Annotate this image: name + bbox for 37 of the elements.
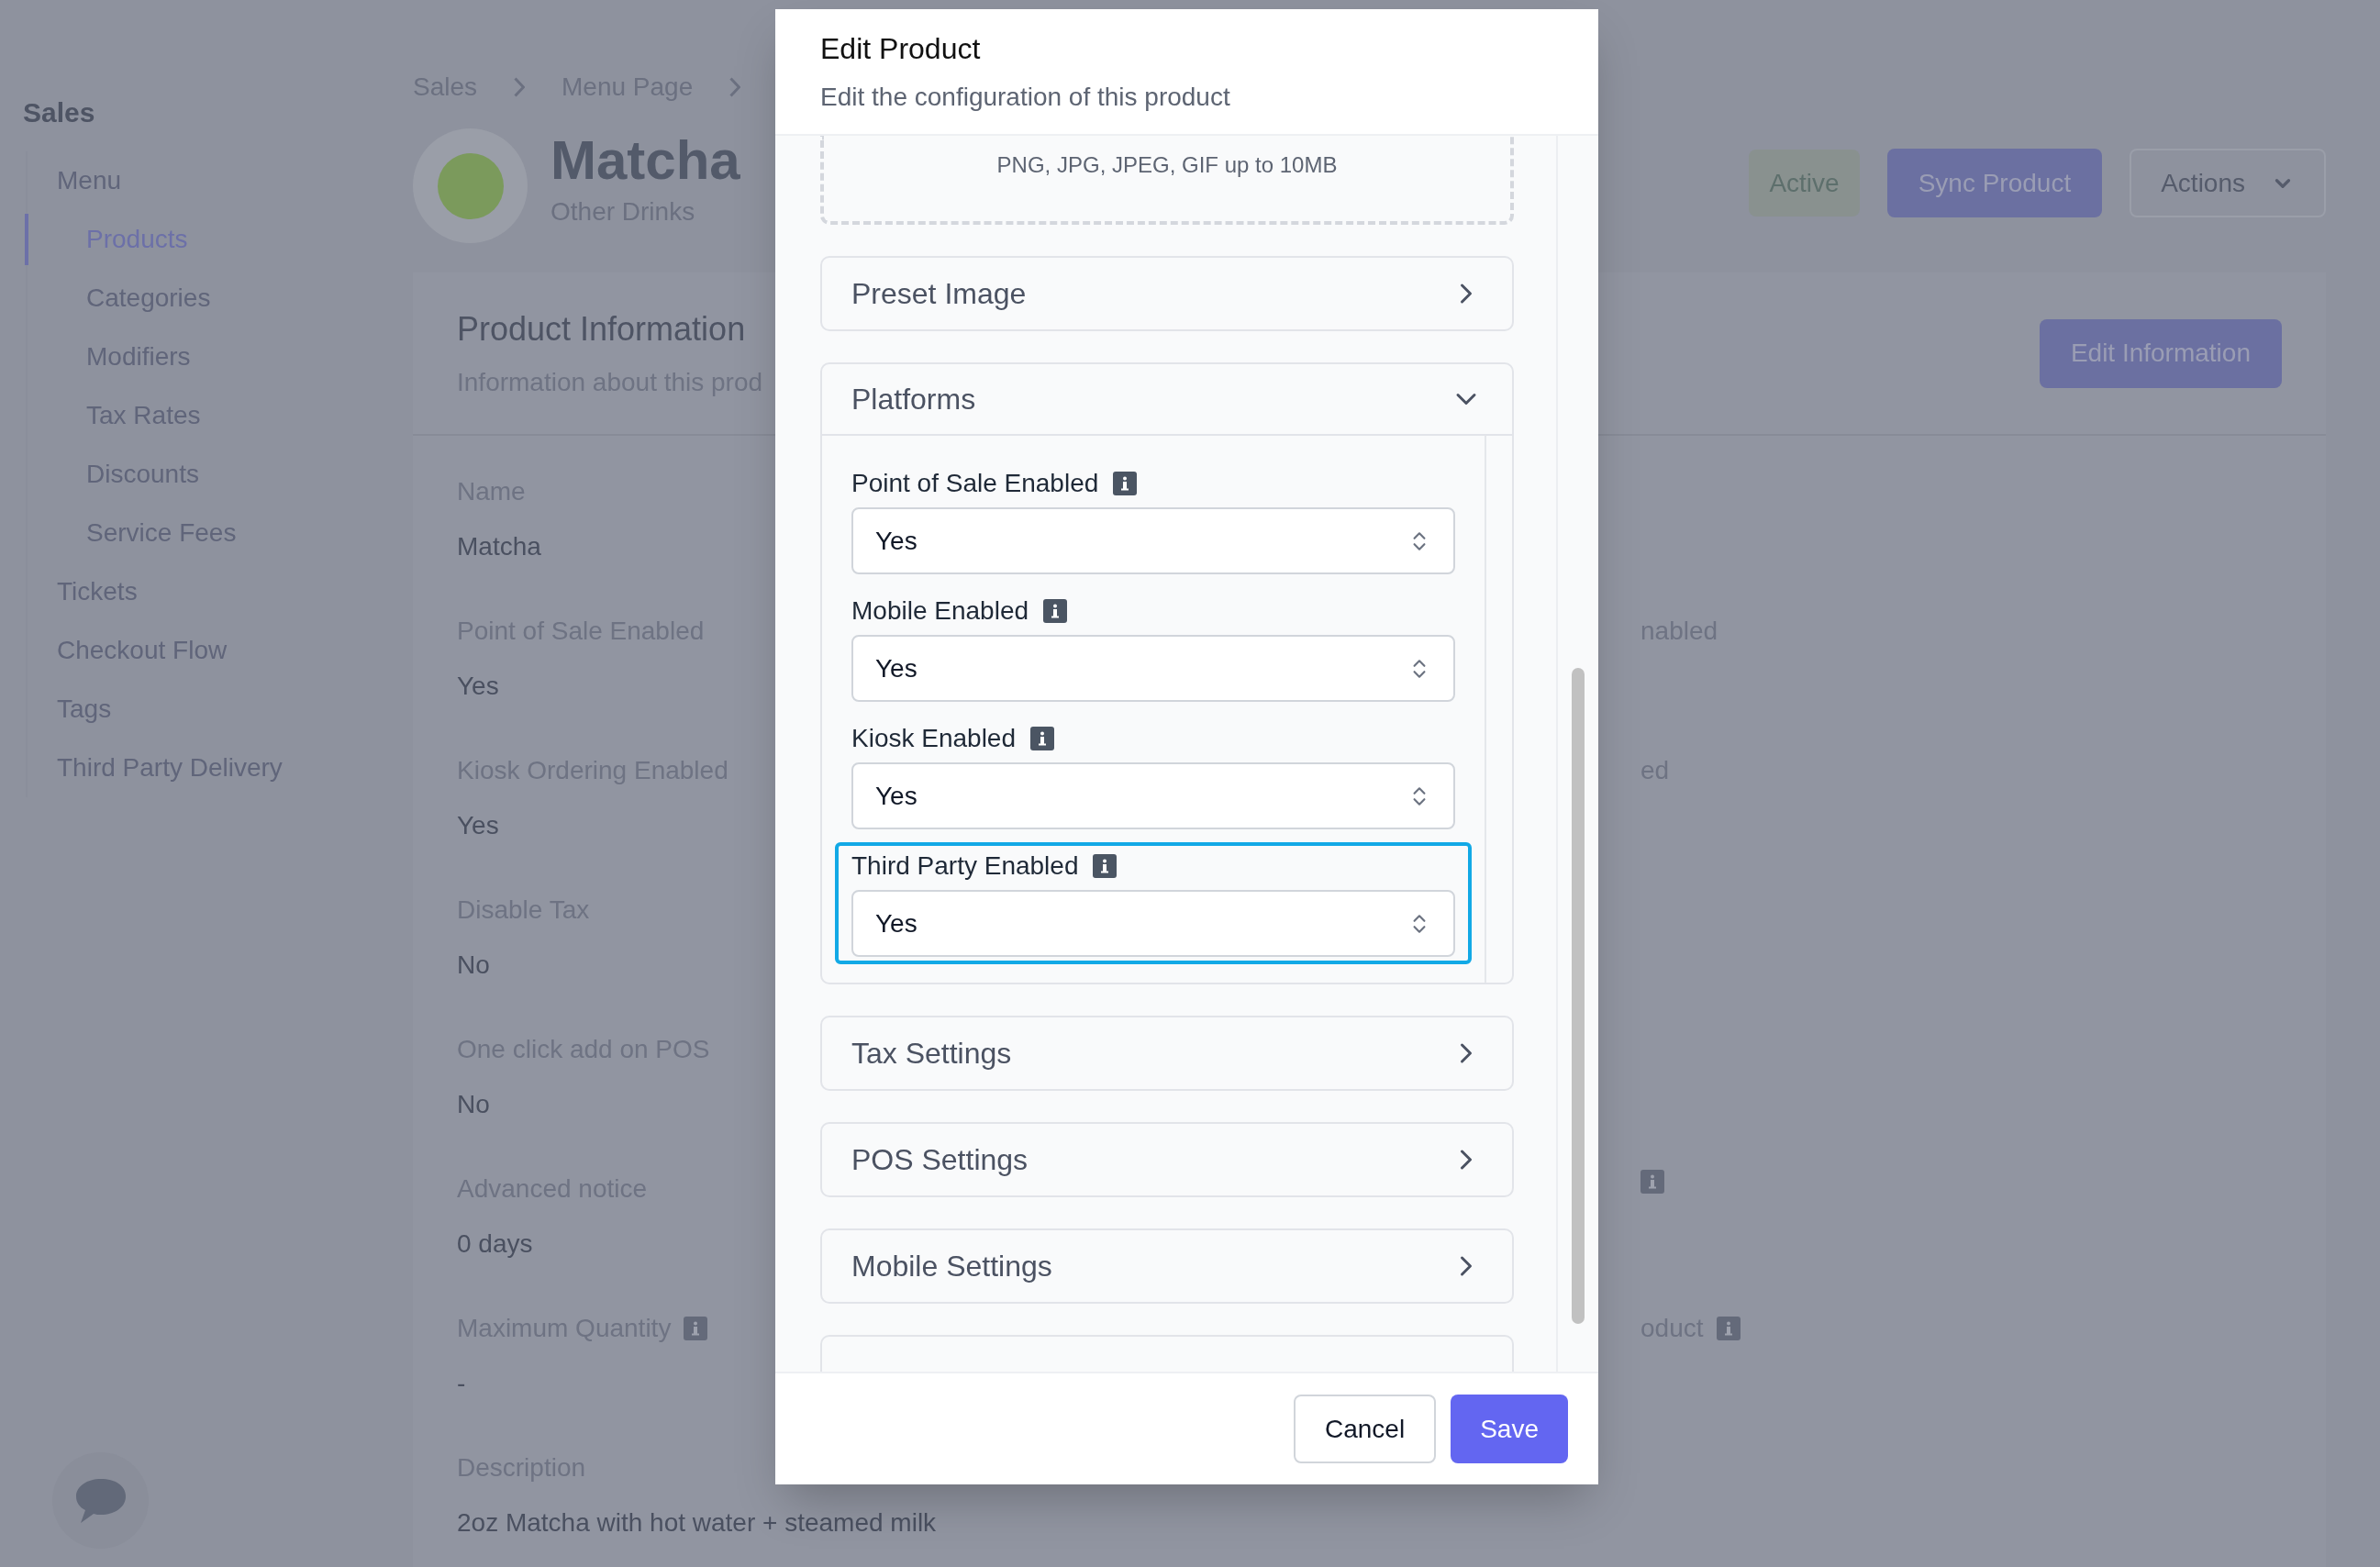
field-value: -	[457, 1368, 466, 1399]
dialog-title: Edit Product	[820, 31, 982, 67]
accordion-header[interactable]: Mobile Settings	[822, 1230, 1512, 1302]
field-label: Point of Sale Enabled	[851, 468, 1099, 499]
product-name: Matcha	[551, 128, 740, 193]
actions-dropdown[interactable]: Actions	[2130, 149, 2326, 217]
field-value: 2oz Matcha with hot water + steamed milk	[457, 1507, 937, 1539]
select-field[interactable]: Yes	[851, 890, 1455, 957]
field-value: 0 days	[457, 1228, 533, 1260]
cancel-button[interactable]: Cancel	[1294, 1395, 1437, 1463]
field-label: Third Party Enabled	[851, 850, 1079, 882]
save-button[interactable]: Save	[1451, 1395, 1568, 1463]
info-icon	[1093, 854, 1118, 878]
upload-dropzone[interactable]: PNG, JPG, JPEG, GIF up to 10MB	[820, 136, 1514, 225]
accordion-header[interactable]: POS Settings	[822, 1124, 1512, 1195]
accordion-header[interactable]: Platforms	[822, 364, 1512, 436]
accordion-header[interactable]: Tax Settings	[822, 1017, 1512, 1089]
card-title: Product Information	[457, 309, 747, 350]
chevron-right-icon	[729, 77, 741, 97]
dialog-subtitle: Edit the configuration of this product	[820, 82, 1231, 113]
sidebar-title: Sales	[22, 96, 96, 129]
field-value: No	[457, 950, 490, 981]
field-value: Matcha	[457, 531, 541, 562]
chevron-right-icon	[514, 77, 526, 97]
scrollbar-thumb[interactable]	[1572, 668, 1585, 1324]
info-icon	[1113, 472, 1138, 495]
select-field[interactable]: Yes	[851, 762, 1455, 829]
info-icon	[1043, 599, 1068, 623]
info-icon	[1030, 727, 1054, 750]
accordion-header[interactable]: Preset Image	[822, 258, 1512, 329]
field-value: Yes	[457, 810, 499, 841]
field-value: No	[457, 1089, 490, 1120]
field-value: Yes	[457, 671, 499, 702]
select-field[interactable]: Yes	[851, 507, 1455, 574]
field-label: Mobile Enabled	[851, 595, 1029, 627]
select-field[interactable]: Yes	[851, 635, 1455, 702]
field-label: Kiosk Enabled	[851, 723, 1016, 754]
